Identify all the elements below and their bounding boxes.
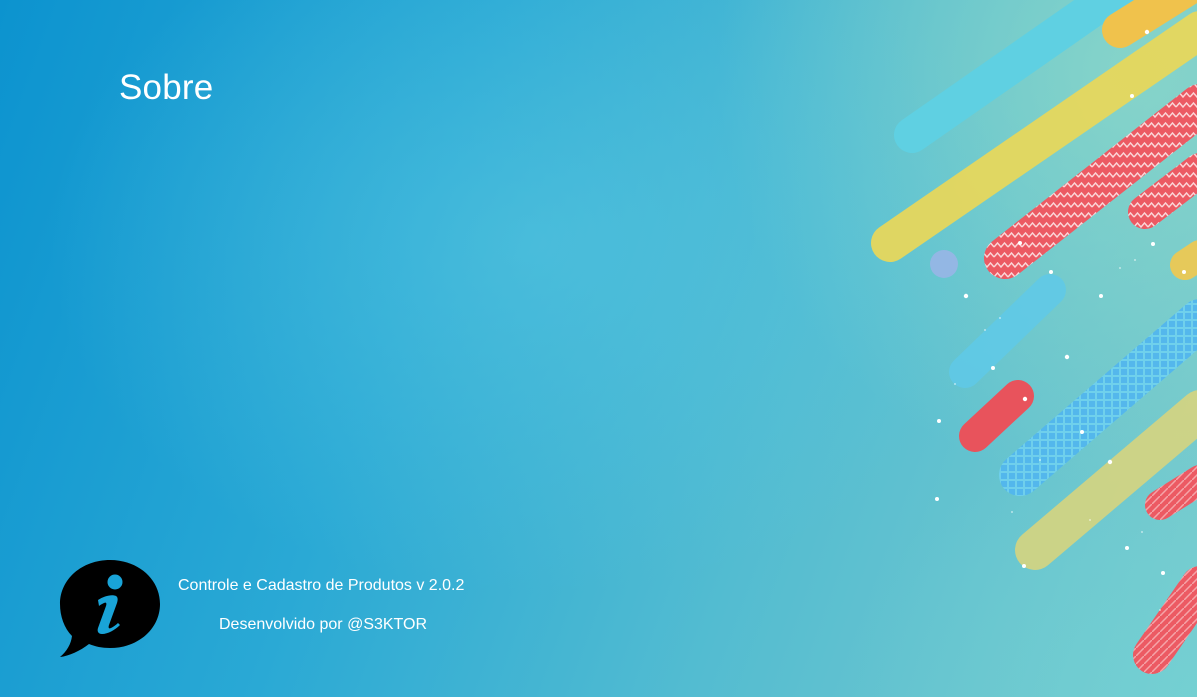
page-title: Sobre [119, 68, 214, 107]
developer-credit-text: Desenvolvido por @S3KTOR [219, 616, 428, 633]
info-speech-bubble-icon [60, 560, 160, 657]
app-version-text: Controle e Cadastro de Produtos v 2.0.2 [178, 577, 465, 594]
